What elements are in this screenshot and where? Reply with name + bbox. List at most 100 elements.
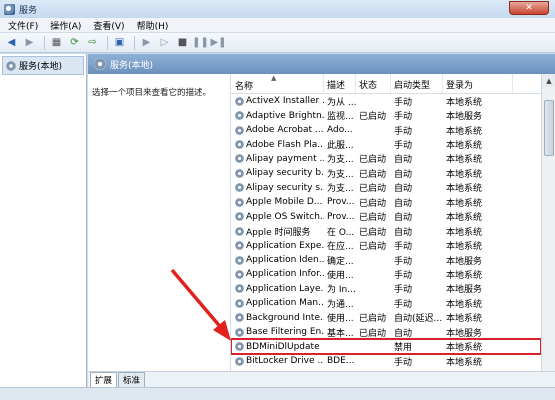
service-logon: 本地系统 (446, 242, 483, 253)
service-status: 已启动 (359, 314, 387, 325)
service-name-cell: Application Laye... (231, 284, 324, 294)
menu-view[interactable]: 查看(V) (93, 19, 124, 32)
service-logon: 本地服务 (446, 285, 483, 296)
play-alt-icon[interactable]: ▷ (157, 35, 172, 50)
export-icon[interactable]: ⇨ (85, 35, 100, 50)
service-logon: 本地系统 (446, 97, 483, 108)
back-arrow-icon[interactable]: ◀ (4, 35, 19, 50)
tree-item-services-local[interactable]: 服务(本地) (2, 56, 84, 75)
view-tabs: 扩展 标准 (88, 371, 555, 387)
service-start-type: 手动 (394, 242, 413, 253)
service-logon: 本地系统 (446, 299, 483, 310)
service-name-cell: Application Expe... (231, 241, 324, 251)
column-header-start[interactable]: 启动类型 (391, 74, 443, 93)
service-name: Apple OS Switch... (246, 211, 324, 222)
description-pane: 选择一个项目来查看它的描述。 (88, 74, 230, 371)
gear-icon (235, 241, 244, 251)
column-header-logon[interactable]: 登录为 (443, 74, 513, 93)
close-button[interactable]: ✕ (509, 1, 549, 15)
service-name-cell: Apple Mobile D... (231, 197, 324, 207)
service-start-type: 自动 (394, 155, 413, 166)
refresh-icon[interactable]: ⟳ (67, 35, 82, 50)
header-title: 服务(本地) (110, 60, 154, 71)
stop-icon[interactable]: ■ (175, 35, 190, 50)
table-row[interactable]: Alipay security b... 为支... 已启动 自动 本地系统 (231, 166, 541, 180)
menu-file[interactable]: 文件(F) (8, 19, 38, 32)
tab-extended[interactable]: 扩展 (90, 372, 118, 387)
menu-help[interactable]: 帮助(H) (137, 19, 169, 32)
service-status: 已启动 (359, 112, 387, 123)
table-row[interactable]: Application Man... 为通... 手动 本地系统 (231, 296, 541, 310)
service-start-type: 手动 (394, 97, 413, 108)
service-name: ActiveX Installer ... (246, 96, 324, 107)
service-name: Application Iden... (246, 255, 324, 266)
service-name-cell: Application Infor... (231, 269, 324, 279)
service-start-type: 手动 (394, 285, 413, 296)
table-row[interactable]: Alipay security s... 为支... 已启动 自动 本地系统 (231, 181, 541, 195)
table-row[interactable]: Background Inte... 使用... 已启动 自动(延迟... 本地系统 (231, 311, 541, 325)
table-row[interactable]: Base Filtering En... 基本... 已启动 自动 本地服务 (231, 325, 541, 339)
column-header-status[interactable]: 状态 (356, 74, 391, 93)
column-header-name[interactable]: ▲ 名称 (231, 74, 324, 93)
pause-icon[interactable]: ❚❚ (192, 35, 209, 50)
service-name-cell: ActiveX Installer ... (231, 96, 324, 106)
table-row[interactable]: Apple OS Switch... Prov... 已启动 自动 本地系统 (231, 210, 541, 224)
services-header: 服务(本地) (88, 54, 555, 74)
play-icon[interactable]: ▶ (139, 35, 154, 50)
toolbar-separator (44, 35, 45, 50)
service-desc: 为支... (327, 169, 354, 180)
gear-icon (235, 212, 244, 222)
service-status: 已启动 (359, 155, 387, 166)
table-row[interactable]: Adobe Flash Pla... 此服... 手动 本地系统 (231, 137, 541, 151)
scroll-up-icon[interactable]: ▲ (542, 74, 555, 87)
service-logon: 本地系统 (446, 227, 483, 238)
service-name-cell: Alipay security s... (231, 183, 324, 193)
table-row[interactable]: Application Iden... 确定... 手动 本地服务 (231, 253, 541, 267)
service-start-type: 自动 (394, 198, 413, 209)
forward-arrow-icon[interactable]: ▶ (22, 35, 37, 50)
gear-icon (235, 111, 244, 121)
service-desc: 为 In... (327, 285, 356, 296)
restart-icon[interactable]: ▶❚ (210, 35, 226, 50)
table-row[interactable]: Adobe Acrobat ... Ado... 手动 本地系统 (231, 123, 541, 137)
table-row[interactable]: ActiveX Installer ... 为从 ... 手动 本地系统 (231, 94, 541, 108)
table-row[interactable]: Adaptive Brightn... 监视... 已启动 手动 本地服务 (231, 108, 541, 122)
service-status: 已启动 (359, 227, 387, 238)
table-row[interactable]: Application Infor... 使用... 手动 本地系统 (231, 267, 541, 281)
service-name: Adaptive Brightn... (246, 110, 324, 121)
service-logon: 本地系统 (446, 169, 483, 180)
column-header-desc[interactable]: 描述 (324, 74, 356, 93)
service-name: Application Laye... (246, 283, 324, 294)
table-row[interactable]: Alipay payment ... 为支... 已启动 自动 本地系统 (231, 152, 541, 166)
table-row[interactable]: Application Laye... 为 In... 手动 本地服务 (231, 282, 541, 296)
table-row[interactable]: Apple 时间服务 在 O... 已启动 自动 本地系统 (231, 224, 541, 238)
service-start-type: 禁用 (394, 343, 413, 354)
console-tree-icon[interactable]: ▦ (49, 35, 64, 50)
service-name-cell: Base Filtering En... (231, 327, 324, 337)
table-row[interactable]: BitLocker Drive ... BDE... 手动 本地系统 (231, 354, 541, 368)
service-desc: 基本... (327, 328, 354, 339)
scroll-thumb[interactable] (544, 100, 554, 156)
service-name-cell: Alipay security b... (231, 168, 324, 178)
menu-action[interactable]: 操作(A) (50, 19, 81, 32)
vertical-scrollbar[interactable]: ▲ (541, 74, 555, 371)
service-name: Base Filtering En... (246, 327, 324, 338)
table-row[interactable]: Application Expe... 在应... 已启动 手动 本地系统 (231, 238, 541, 252)
gear-icon (235, 125, 244, 135)
tree-item-label: 服务(本地) (19, 62, 63, 72)
service-logon: 本地系统 (446, 357, 483, 368)
service-name: Alipay security s... (246, 182, 324, 193)
table-row[interactable]: Apple Mobile D... Prov... 已启动 自动 本地系统 (231, 195, 541, 209)
service-name-cell: Alipay payment ... (231, 154, 324, 164)
table-row[interactable]: BDMiniDlUpdate 禁用 本地系统 (231, 338, 541, 355)
service-desc: 使用... (327, 314, 354, 325)
gear-icon (235, 183, 244, 193)
tab-standard[interactable]: 标准 (118, 372, 146, 387)
window-title: 服务 (19, 5, 38, 16)
gear-icon (235, 255, 244, 265)
title-bar: 服务 ✕ (0, 0, 555, 18)
help-icon[interactable]: ▣ (112, 35, 127, 50)
gear-icon (235, 298, 244, 308)
service-start-type: 手动 (394, 357, 413, 368)
service-name-cell: Application Man... (231, 298, 324, 308)
